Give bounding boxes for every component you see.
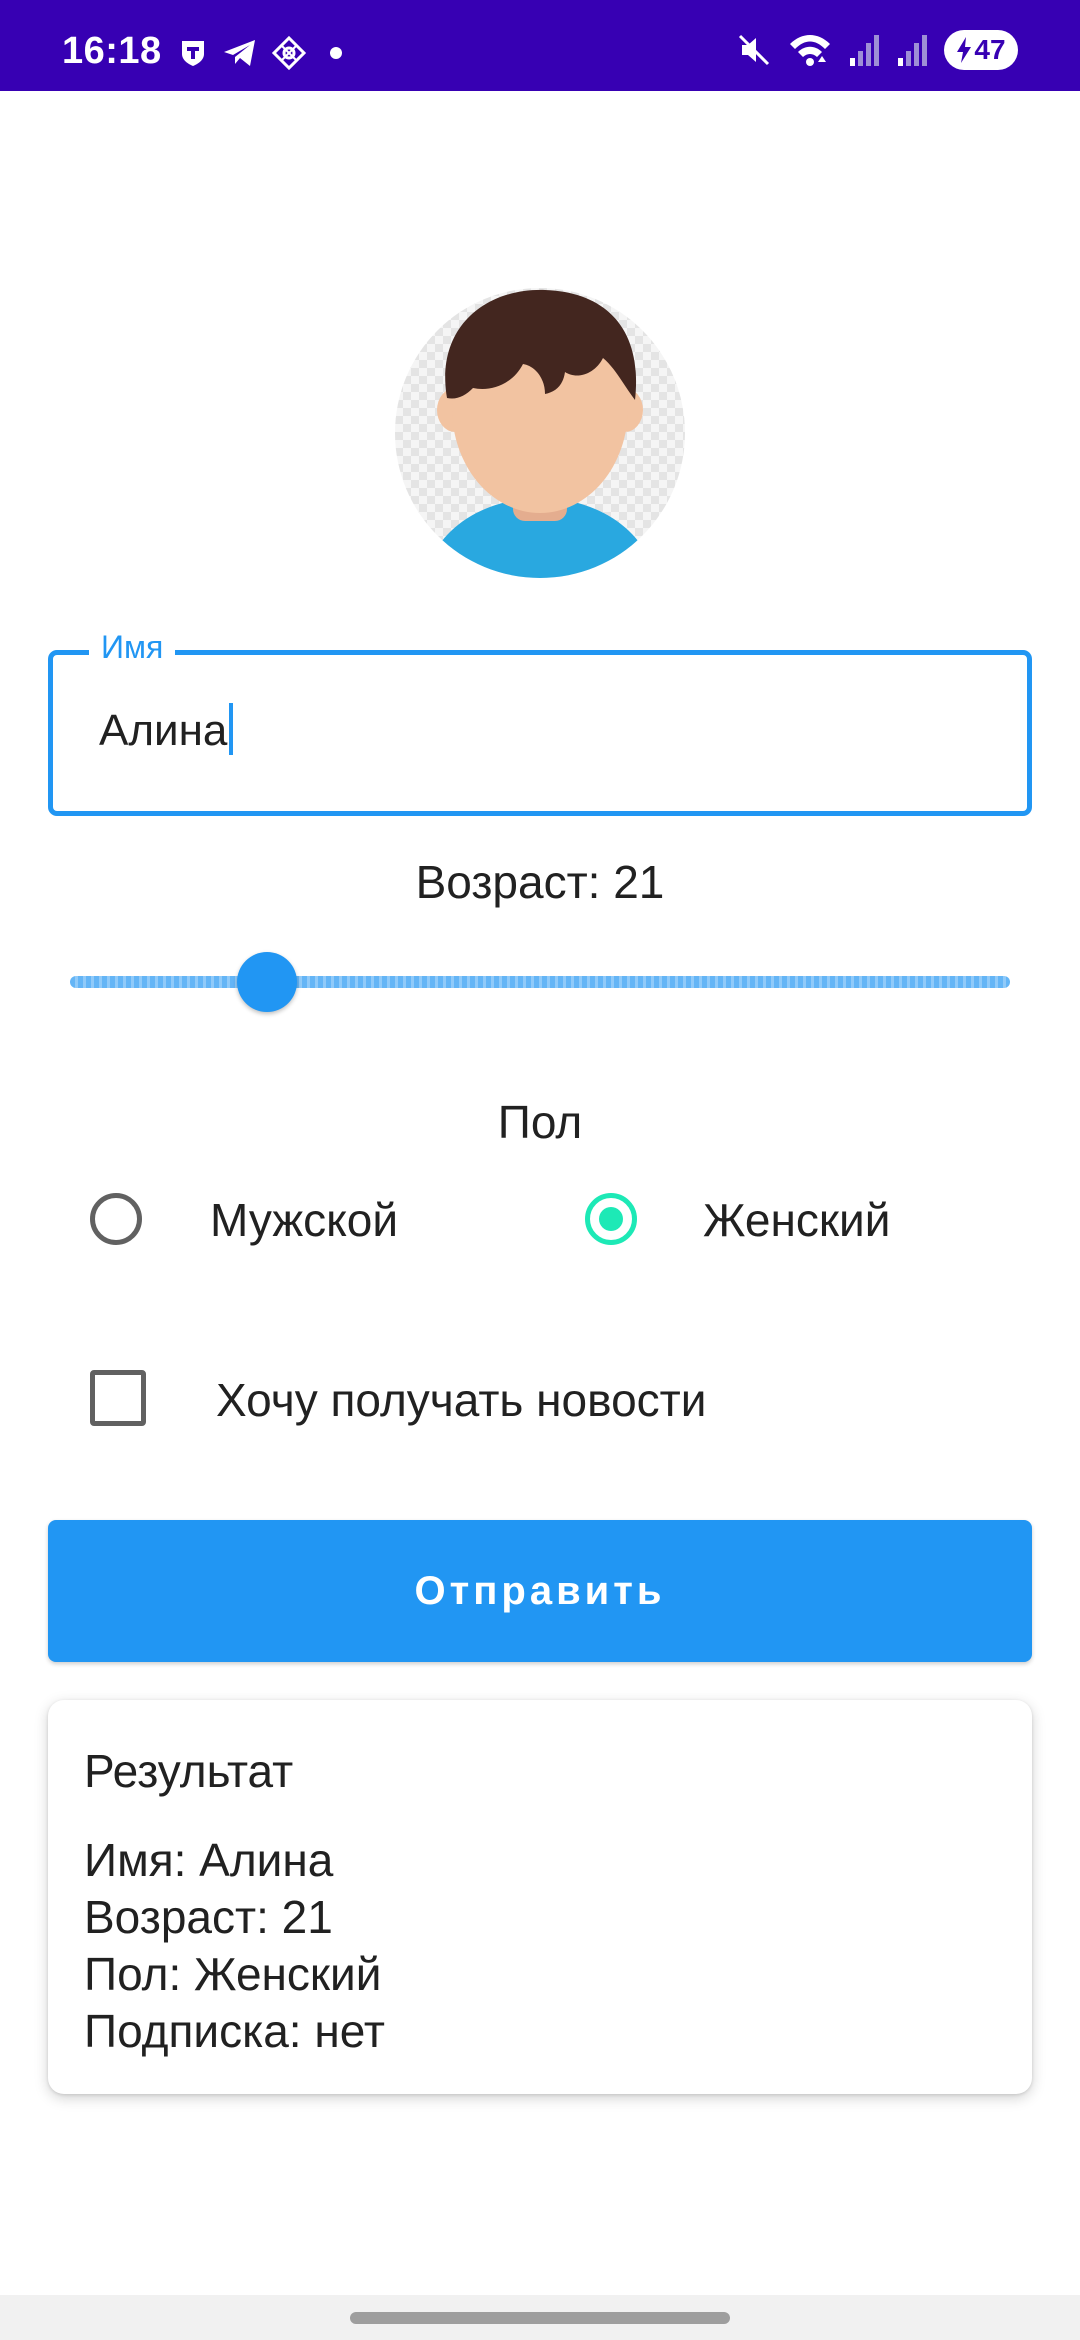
battery-level: 47 (974, 34, 1006, 65)
navigation-bar (0, 2295, 1080, 2340)
slider-thumb[interactable] (237, 952, 298, 1012)
home-gesture-handle[interactable] (350, 2312, 730, 2324)
result-line-subscription: Подписка: нет (84, 2005, 385, 2057)
newsletter-label[interactable]: Хочу получать новости (216, 1373, 706, 1427)
radio-male-label[interactable]: Мужской (210, 1193, 398, 1247)
status-left-icons (178, 36, 344, 70)
dot-icon (330, 47, 342, 59)
result-lines: Имя: Алина Возраст: 21 Пол: Женский Подп… (84, 1832, 385, 2060)
newsletter-checkbox[interactable] (90, 1370, 146, 1426)
signal-2-icon (898, 35, 927, 66)
mute-icon (738, 34, 770, 66)
result-line-gender: Пол: Женский (84, 1948, 382, 2000)
name-label: Имя (89, 629, 176, 666)
name-value-text: Алина (99, 706, 228, 755)
result-title: Результат (84, 1745, 294, 1797)
name-input-value[interactable]: Алина (99, 703, 234, 756)
name-input[interactable]: Имя Алина (48, 629, 1032, 816)
result-line-name: Имя: Алина (84, 1834, 334, 1886)
radio-male[interactable] (90, 1193, 142, 1245)
app-notification-icon (272, 36, 306, 70)
battery-indicator: 47 (944, 30, 1018, 70)
radio-female-label[interactable]: Женский (703, 1193, 890, 1247)
submit-button[interactable]: Отправить (48, 1520, 1032, 1662)
battery-charging-icon (957, 37, 972, 63)
status-bar: 16:18 47 (0, 0, 1080, 91)
status-time: 16:18 (62, 30, 162, 72)
avatar-boy-icon (395, 288, 685, 578)
text-cursor (229, 703, 234, 755)
radio-female[interactable] (585, 1193, 637, 1245)
shield-notification-icon (182, 41, 204, 66)
age-label: Возраст: 21 (415, 856, 665, 908)
age-slider[interactable] (70, 950, 1010, 1014)
gender-title: Пол (497, 1096, 583, 1148)
result-line-age: Возраст: 21 (84, 1891, 333, 1943)
telegram-icon (224, 40, 255, 66)
status-right-icons: 47 (736, 30, 1018, 70)
result-card: Результат Имя: Алина Возраст: 21 Пол: Же… (48, 1700, 1032, 2094)
signal-1-icon (850, 35, 879, 66)
slider-track[interactable] (70, 976, 1010, 988)
wifi-icon (790, 35, 830, 66)
